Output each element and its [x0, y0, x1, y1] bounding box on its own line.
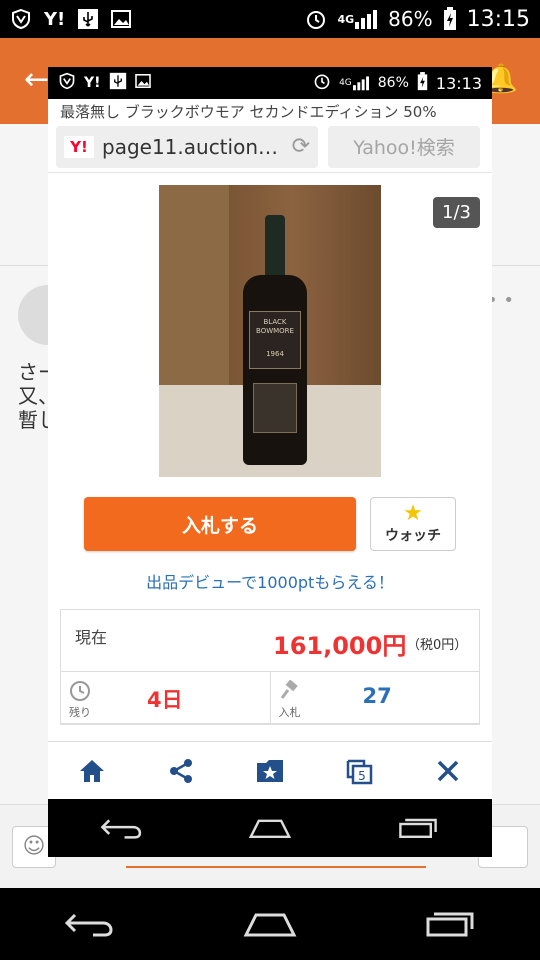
- stats-row: 残り 4日 入札 27: [61, 672, 479, 724]
- home-nav-icon[interactable]: [240, 808, 300, 848]
- share-icon[interactable]: [156, 749, 206, 793]
- image-counter: 1/3: [433, 197, 480, 228]
- bid-button[interactable]: 入札する: [84, 497, 356, 551]
- yahoo-logo-icon: Y!: [64, 135, 94, 158]
- shield-icon: [58, 72, 76, 94]
- address-bar: Y! page11.auction… ⟳ Yahoo!検索: [48, 121, 492, 173]
- bid-count-cell: 入札 27: [269, 672, 480, 723]
- inner-status-bar: Y! 4G 86% 13:13: [48, 67, 492, 99]
- network-type: 4G: [337, 12, 355, 26]
- reload-icon[interactable]: ⟳: [292, 134, 310, 159]
- tax-note: （税0円）: [407, 638, 468, 653]
- bottle-body: [243, 275, 307, 465]
- clock-icon: [69, 680, 91, 707]
- bids-label: 入札: [278, 706, 301, 719]
- watch-button[interactable]: ★ ウォッチ: [370, 497, 456, 551]
- close-icon[interactable]: [423, 749, 473, 793]
- gavel-icon: [279, 679, 301, 707]
- remaining-label: 残り: [69, 706, 91, 719]
- screen: Y! 4G 86% 13:15 ← 🔔 • • • さー 又、 暫し ☺ Y! …: [0, 0, 540, 960]
- navigation-bar: [0, 888, 540, 960]
- status-bar: Y! 4G 86% 13:15: [0, 0, 540, 38]
- home-icon[interactable]: [67, 749, 117, 793]
- bookmark-star-icon[interactable]: [245, 749, 295, 793]
- battery-percent: 86%: [377, 75, 409, 91]
- clock: 13:15: [466, 6, 530, 32]
- shield-icon: [10, 8, 32, 30]
- star-icon: ★: [403, 501, 423, 526]
- search-field[interactable]: Yahoo!検索: [328, 125, 480, 168]
- signal-icon: 4G: [339, 75, 370, 91]
- bids-value: 27: [362, 684, 392, 708]
- price-table: 現在 161,000円 （税0円） 残り 4日 入札 27: [60, 609, 480, 725]
- watch-label: ウォッチ: [385, 528, 441, 544]
- remaining-value: 4日: [147, 688, 183, 712]
- usb-icon: [77, 8, 99, 30]
- bottle-lower-label: [253, 383, 297, 433]
- signal-icon: 4G: [337, 8, 378, 30]
- svg-text:5: 5: [358, 769, 366, 783]
- network-type: 4G: [339, 78, 352, 88]
- inner-navigation-bar: [48, 799, 492, 857]
- image-icon: [134, 74, 151, 92]
- battery-charging-icon: [417, 71, 428, 95]
- page-content: BLACK BOWMORE 1964 1/3 入札する ★ ウォッチ 出品デビュ…: [48, 173, 492, 741]
- bottle-label-line: BLACK: [263, 318, 287, 326]
- battery-charging-icon: [443, 7, 457, 31]
- home-nav-icon[interactable]: [240, 904, 300, 944]
- recent-apps-icon[interactable]: [388, 808, 448, 848]
- yahoo-icon: Y!: [84, 75, 101, 91]
- alarm-icon: [305, 8, 327, 30]
- clock: 13:13: [435, 73, 482, 93]
- url-field[interactable]: Y! page11.auction… ⟳: [56, 125, 318, 168]
- whisky-bottle: BLACK BOWMORE 1964: [239, 215, 311, 465]
- page-title: 最落無し ブラックボウモア セカンドエディション 50%: [48, 99, 492, 121]
- usb-icon: [109, 72, 127, 94]
- back-arrow-icon[interactable]: ←: [24, 62, 49, 97]
- current-label: 現在: [75, 628, 108, 647]
- remaining-time-cell: 残り 4日: [61, 672, 270, 723]
- current-price-row: 現在 161,000円 （税0円）: [61, 610, 479, 672]
- current-price: 161,000円: [273, 632, 407, 660]
- embedded-screenshot: Y! 4G 86% 13:13 最落無し ブラックボウモア セカンドエディション…: [48, 67, 492, 857]
- tabs-icon[interactable]: 5: [334, 749, 384, 793]
- yahoo-icon: Y!: [44, 8, 66, 30]
- image-icon: [111, 10, 132, 28]
- bottle-label-line: 1964: [266, 350, 284, 358]
- browser-toolbar: 5: [48, 741, 492, 799]
- bottle-label: BLACK BOWMORE 1964: [249, 311, 301, 369]
- alarm-icon: [313, 72, 331, 94]
- back-icon[interactable]: [60, 904, 120, 944]
- product-image[interactable]: BLACK BOWMORE 1964: [159, 185, 381, 477]
- bottle-label-line: BOWMORE: [256, 327, 294, 335]
- promo-link[interactable]: 出品デビューで1000ptもらえる！: [48, 569, 492, 593]
- back-icon[interactable]: [92, 808, 152, 848]
- recent-apps-icon[interactable]: [420, 904, 480, 944]
- battery-percent: 86%: [388, 7, 433, 31]
- url-text: page11.auction…: [102, 134, 278, 159]
